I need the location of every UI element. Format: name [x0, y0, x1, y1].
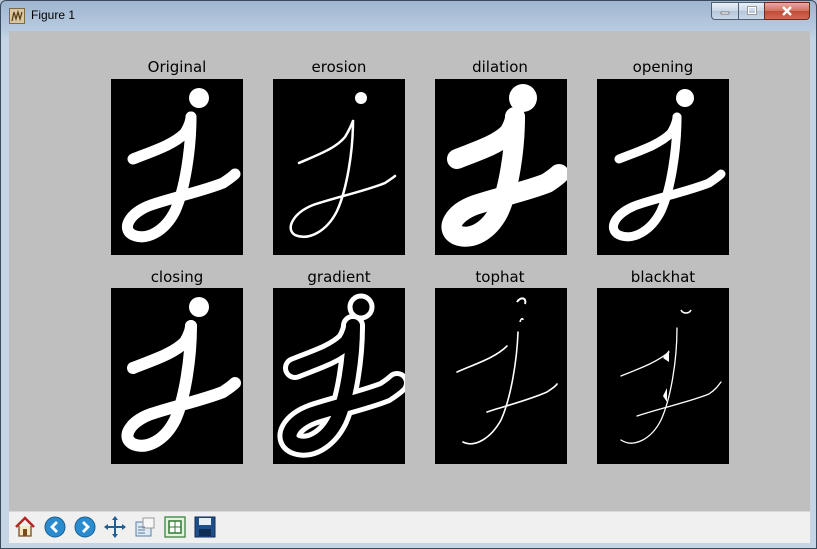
back-button[interactable]	[42, 514, 68, 540]
save-button[interactable]	[192, 514, 218, 540]
matplotlib-app-icon	[9, 8, 25, 24]
zoom-button[interactable]	[132, 514, 158, 540]
close-icon	[782, 6, 792, 16]
panel-original	[111, 79, 243, 255]
title-bar[interactable]: Figure 1	[1, 1, 816, 30]
figure-window: Figure 1 Original erosion dilation openi…	[0, 0, 817, 549]
forward-button[interactable]	[72, 514, 98, 540]
back-icon	[44, 516, 66, 538]
panel-title-blackhat: blackhat	[630, 268, 696, 286]
configure-subplots-button[interactable]	[162, 514, 188, 540]
navigation-toolbar	[9, 511, 810, 543]
window-title: Figure 1	[31, 8, 76, 22]
panel-opening	[597, 79, 729, 255]
panel-title-original: Original	[147, 58, 207, 76]
panel-title-gradient: gradient	[307, 268, 371, 286]
maximize-icon	[746, 6, 757, 15]
close-button[interactable]	[764, 2, 810, 20]
panel-blackhat	[597, 288, 729, 464]
home-button[interactable]	[12, 514, 38, 540]
window-controls	[711, 2, 810, 21]
panel-title-erosion: erosion	[311, 58, 367, 76]
figure-canvas[interactable]: Original erosion dilation opening closin…	[9, 31, 810, 511]
pan-icon	[104, 516, 126, 538]
panel-tophat	[435, 288, 567, 464]
panel-erosion	[273, 79, 405, 255]
configure-subplots-icon	[164, 516, 186, 538]
panel-closing	[111, 288, 243, 464]
minimize-button[interactable]	[711, 2, 738, 20]
home-icon	[15, 516, 35, 537]
forward-icon	[74, 516, 96, 538]
pan-button[interactable]	[102, 514, 128, 540]
panel-dilation	[435, 79, 567, 255]
panel-title-tophat: tophat	[475, 268, 525, 286]
minimize-icon	[720, 11, 730, 15]
panel-title-dilation: dilation	[472, 58, 528, 76]
panel-gradient	[273, 288, 405, 464]
save-icon	[194, 516, 216, 538]
panel-title-closing: closing	[150, 268, 204, 286]
panel-title-opening: opening	[632, 58, 694, 76]
zoom-icon	[135, 517, 155, 537]
maximize-button[interactable]	[738, 2, 764, 20]
